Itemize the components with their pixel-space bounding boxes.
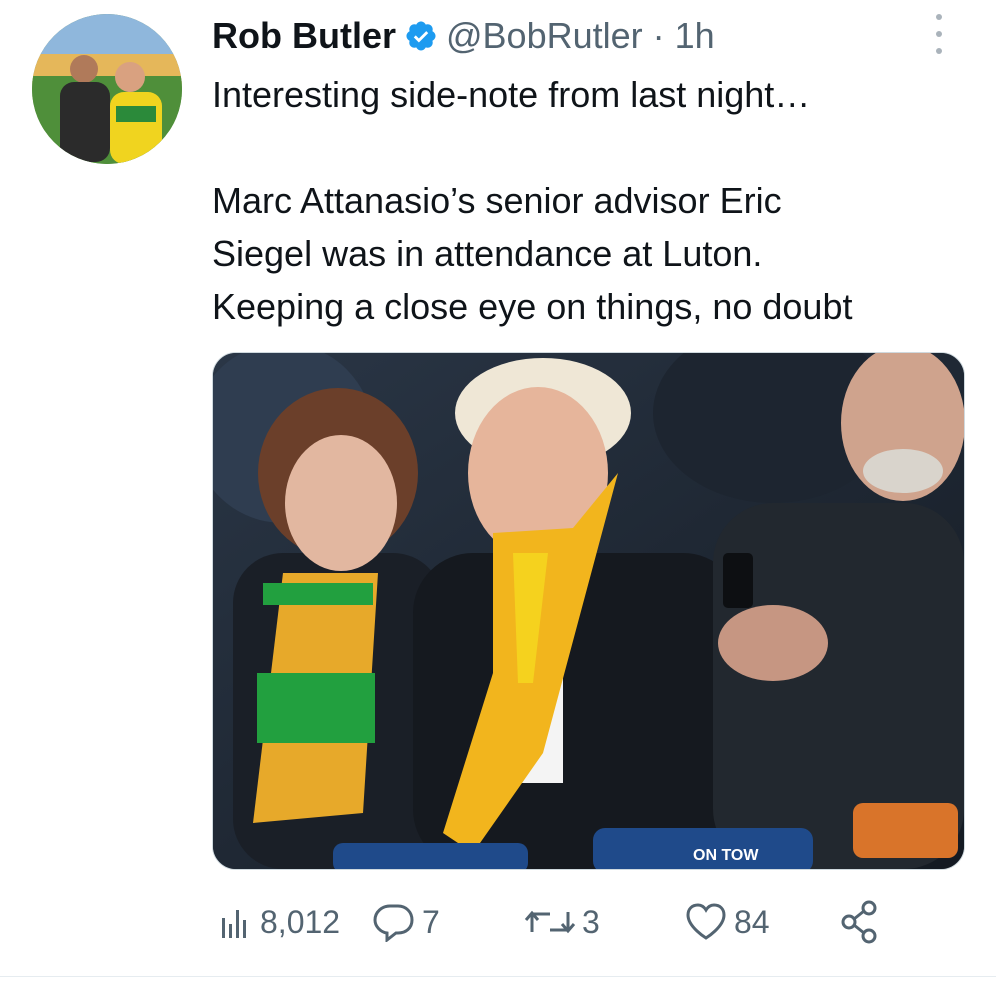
tweet-actions-bar: 8,012 7 3 84 xyxy=(0,890,996,954)
reply-count: 7 xyxy=(422,903,440,940)
heart-icon xyxy=(684,902,728,942)
views-action[interactable]: 8,012 xyxy=(216,890,340,954)
views-count: 8,012 xyxy=(260,903,341,940)
stadium-photo: ON TOW xyxy=(213,353,964,869)
header-separator: · xyxy=(652,15,665,56)
author-name[interactable]: Rob Butler xyxy=(212,12,396,60)
more-options-icon[interactable] xyxy=(928,14,950,54)
tweet-timestamp[interactable]: 1h xyxy=(675,12,715,60)
tweet-divider xyxy=(0,976,996,977)
author-avatar[interactable] xyxy=(32,14,182,164)
retweet-icon xyxy=(522,902,578,942)
avatar-photo xyxy=(32,14,182,164)
author-handle[interactable]: @BobRutler xyxy=(446,12,643,60)
reply-bubble-icon xyxy=(372,902,416,942)
retweet-count: 3 xyxy=(582,903,600,940)
tweet-media-image[interactable]: ON TOW xyxy=(212,352,965,870)
verified-badge-icon[interactable] xyxy=(404,19,438,53)
share-icon xyxy=(836,898,884,946)
retweet-action[interactable]: 3 xyxy=(522,890,600,954)
like-count: 84 xyxy=(734,903,770,940)
tweet-header: Rob Butler @BobRutler · 1h xyxy=(212,12,715,60)
like-action[interactable]: 84 xyxy=(684,890,770,954)
seat-text: ON TOW xyxy=(693,847,759,864)
tweet-text: Interesting side-note from last night… M… xyxy=(212,74,853,327)
reply-action[interactable]: 7 xyxy=(372,890,440,954)
views-bar-chart-icon xyxy=(216,902,256,942)
share-action[interactable] xyxy=(836,890,884,954)
